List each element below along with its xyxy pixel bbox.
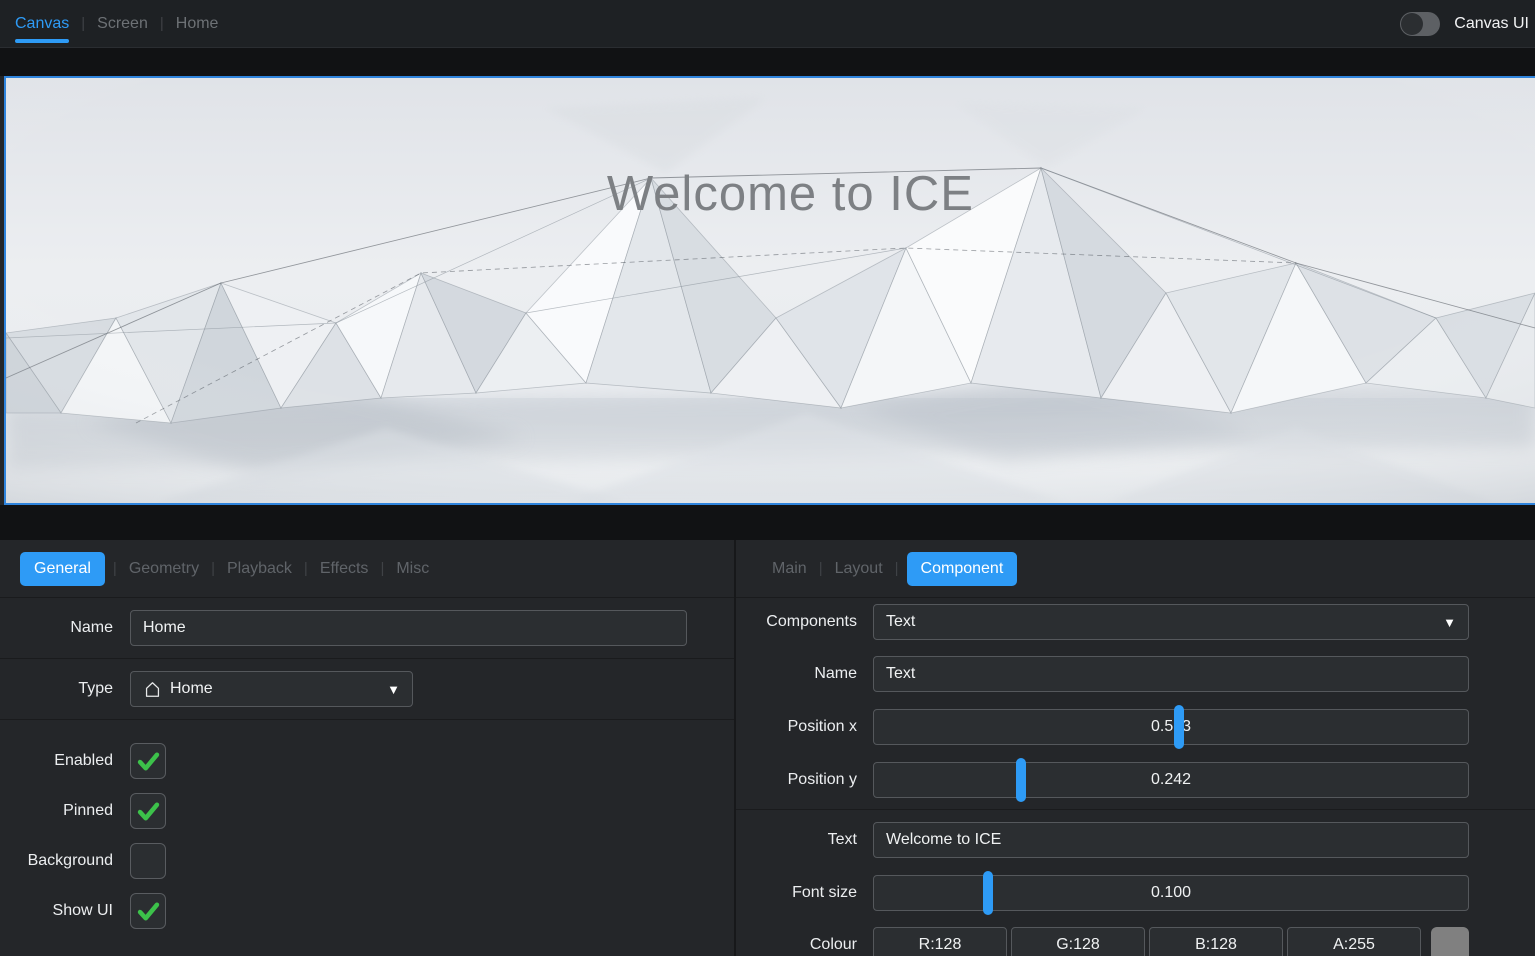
- chevron-down-icon: ▼: [1443, 615, 1456, 630]
- tab-layout[interactable]: Layout: [835, 560, 883, 578]
- component-main-group: Components Text ▼ Name Text Position x 0…: [736, 604, 1535, 810]
- text-component-group: Text Welcome to ICE Font size 0.100 Colo…: [736, 822, 1535, 956]
- tab-component[interactable]: Component: [907, 552, 1018, 586]
- stage-letterbox-bottom: [0, 505, 1535, 540]
- text-label: Text: [736, 831, 857, 849]
- pinned-label: Pinned: [0, 802, 113, 820]
- check-icon: [135, 748, 162, 775]
- canvas-ui-toggle[interactable]: [1400, 12, 1440, 36]
- topbar-right: Canvas UI: [1400, 12, 1535, 36]
- topbar-tabs: Canvas | Screen | Home: [0, 0, 228, 47]
- components-label: Components: [736, 613, 857, 631]
- tab-home[interactable]: Home: [176, 0, 219, 47]
- home-icon: [143, 680, 162, 699]
- type-label: Type: [0, 680, 113, 698]
- tab-separator: |: [113, 560, 117, 577]
- position-y-row: Position y 0.242: [736, 762, 1535, 798]
- colour-alpha-field[interactable]: A:255: [1287, 927, 1421, 956]
- position-y-slider[interactable]: 0.242: [873, 762, 1469, 798]
- canvas-ui-toggle-label: Canvas UI: [1454, 15, 1529, 33]
- font-size-slider[interactable]: 0.100: [873, 875, 1469, 911]
- tab-main[interactable]: Main: [772, 560, 807, 578]
- colour-label: Colour: [736, 936, 857, 954]
- position-x-slider[interactable]: 0.513: [873, 709, 1469, 745]
- tab-separator: |: [380, 560, 384, 577]
- colour-channels: R:128 G:128 B:128 A:255: [873, 927, 1469, 956]
- background-row: Background: [0, 836, 734, 886]
- components-dropdown[interactable]: Text ▼: [873, 604, 1469, 640]
- colour-green-field[interactable]: G:128: [1011, 927, 1145, 956]
- checkbox-group: Enabled Pinned Background Show UI: [0, 720, 734, 936]
- tab-separator: |: [304, 560, 308, 577]
- font-size-label: Font size: [736, 884, 857, 902]
- chevron-down-icon: ▼: [387, 682, 400, 697]
- component-properties-panel: Main | Layout | Component Components Tex…: [736, 540, 1535, 956]
- type-dropdown[interactable]: Home ▼: [130, 671, 413, 707]
- tab-separator: |: [819, 560, 823, 577]
- position-y-label: Position y: [736, 771, 857, 789]
- position-x-value: 0.513: [886, 718, 1456, 736]
- toggle-knob-icon: [1401, 13, 1423, 35]
- components-value: Text: [886, 613, 915, 631]
- type-row: Type Home ▼: [0, 659, 734, 720]
- text-input[interactable]: Welcome to ICE: [873, 822, 1469, 858]
- tab-canvas[interactable]: Canvas: [15, 0, 69, 47]
- colour-red-field[interactable]: R:128: [873, 927, 1007, 956]
- background-label: Background: [0, 852, 113, 870]
- tab-separator: |: [895, 560, 899, 577]
- font-size-value: 0.100: [886, 884, 1456, 902]
- show-ui-row: Show UI: [0, 886, 734, 936]
- enabled-row: Enabled: [0, 736, 734, 786]
- colour-blue-field[interactable]: B:128: [1149, 927, 1283, 956]
- colour-row: Colour R:128 G:128 B:128 A:255: [736, 927, 1535, 956]
- enabled-label: Enabled: [0, 752, 113, 770]
- component-name-row: Name Text: [736, 656, 1535, 692]
- show-ui-label: Show UI: [0, 902, 113, 920]
- tab-geometry[interactable]: Geometry: [129, 560, 199, 578]
- tab-playback[interactable]: Playback: [227, 560, 292, 578]
- enabled-checkbox[interactable]: [130, 743, 166, 779]
- check-icon: [135, 898, 162, 925]
- position-x-label: Position x: [736, 718, 857, 736]
- position-x-slider-handle[interactable]: [1174, 705, 1184, 749]
- type-value: Home: [170, 680, 213, 698]
- pinned-checkbox[interactable]: [130, 793, 166, 829]
- canvas-viewport[interactable]: Welcome to ICE: [4, 76, 1535, 505]
- text-row: Text Welcome to ICE: [736, 822, 1535, 858]
- font-size-slider-handle[interactable]: [983, 871, 993, 915]
- properties-panels: General | Geometry | Playback | Effects …: [0, 540, 1535, 956]
- pinned-row: Pinned: [0, 786, 734, 836]
- screen-properties-panel: General | Geometry | Playback | Effects …: [0, 540, 734, 956]
- position-y-slider-handle[interactable]: [1016, 758, 1026, 802]
- tab-effects[interactable]: Effects: [320, 560, 369, 578]
- tab-separator: |: [81, 15, 85, 32]
- tab-separator: |: [211, 560, 215, 577]
- stage-letterbox-top: [0, 48, 1535, 76]
- left-panel-tabs: General | Geometry | Playback | Effects …: [0, 540, 734, 598]
- background-checkbox[interactable]: [130, 843, 166, 879]
- tab-general[interactable]: General: [20, 552, 105, 586]
- name-label: Name: [0, 619, 113, 637]
- lowpoly-background-image: [6, 78, 1535, 503]
- tab-separator: |: [160, 15, 164, 32]
- check-icon: [135, 798, 162, 825]
- component-name-label: Name: [736, 665, 857, 683]
- name-input[interactable]: Home: [130, 610, 687, 646]
- canvas-text-component[interactable]: Welcome to ICE: [607, 166, 974, 222]
- components-row: Components Text ▼: [736, 604, 1535, 640]
- font-size-row: Font size 0.100: [736, 875, 1535, 911]
- name-row: Name Home: [0, 598, 734, 659]
- position-x-row: Position x 0.513: [736, 709, 1535, 745]
- colour-swatch[interactable]: [1431, 927, 1469, 956]
- topbar: Canvas | Screen | Home Canvas UI: [0, 0, 1535, 48]
- right-panel-tabs: Main | Layout | Component: [736, 540, 1535, 598]
- tab-screen[interactable]: Screen: [97, 0, 148, 47]
- position-y-value: 0.242: [886, 771, 1456, 789]
- tab-misc[interactable]: Misc: [396, 560, 429, 578]
- show-ui-checkbox[interactable]: [130, 893, 166, 929]
- component-name-input[interactable]: Text: [873, 656, 1469, 692]
